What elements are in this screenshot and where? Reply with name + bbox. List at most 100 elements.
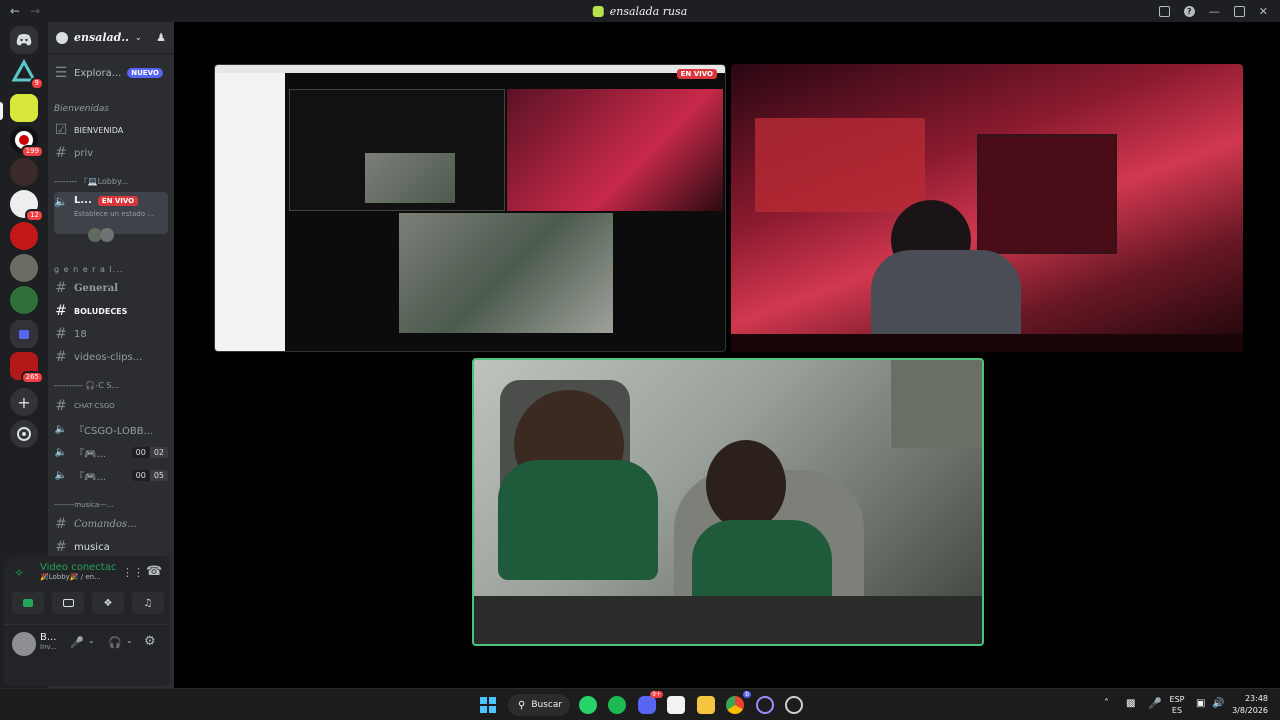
server-red-face[interactable]: 199 (10, 126, 44, 158)
live-badge: EN VIVO (97, 195, 139, 206)
server-portrait[interactable] (10, 158, 38, 186)
mic-chevron-icon[interactable]: ⌄ (88, 636, 95, 645)
tray-app-icon[interactable]: ▩ (1126, 698, 1135, 709)
selected-indicator (0, 102, 3, 120)
discord-home-icon[interactable] (10, 26, 38, 54)
category-bienvenidas[interactable]: Bienvenidas (54, 102, 168, 116)
user-count: 00 05 (131, 469, 168, 481)
back-arrow-icon[interactable]: ← (10, 4, 20, 18)
explore-row[interactable]: ☰ Explora... NUEVO (54, 64, 168, 82)
server-photo[interactable] (10, 254, 38, 282)
channel-musica[interactable]: # musica (54, 537, 168, 557)
app-circle-icon[interactable] (756, 696, 774, 714)
new-badge: NUEVO (127, 68, 163, 78)
activities-button[interactable]: ❖ (92, 592, 124, 614)
speaker-icon: 🔈 (54, 195, 68, 208)
forward-arrow-icon[interactable]: → (30, 4, 40, 18)
category-general[interactable]: g e n e r a l... (54, 262, 168, 276)
minimize-button[interactable]: — (1209, 5, 1220, 18)
channel-priv[interactable]: # priv (54, 143, 168, 163)
camera-icon (23, 599, 33, 607)
hash-icon: # (55, 349, 67, 365)
capcut-icon[interactable] (667, 696, 685, 714)
channel-comandos[interactable]: # Comandos... (54, 514, 168, 534)
voice-channel-b[interactable]: 🔈 『🎮... 00 05 (54, 465, 168, 485)
file-explorer-icon[interactable] (697, 696, 715, 714)
chrome-icon[interactable]: b (726, 691, 751, 714)
hash-icon: # (55, 516, 67, 532)
channel-bienvenida[interactable]: ☑ BIENVENIDA (54, 120, 168, 140)
user-name[interactable]: B... (40, 632, 57, 643)
server-red[interactable]: 265 (10, 352, 44, 384)
chevron-down-icon: ⌄ (134, 32, 143, 43)
channel-chat-csgo[interactable]: # CHAT-CSGO (54, 396, 168, 416)
language-indicator[interactable]: ESP (1166, 695, 1188, 704)
microphone-tray-icon[interactable]: 🎤 (1148, 697, 1162, 710)
speaker-icon: 🔈 (54, 469, 68, 481)
disconnect-icon[interactable]: ☎ (146, 564, 162, 579)
server-green[interactable] (10, 286, 38, 314)
webcam-tile-red-room[interactable] (731, 64, 1243, 352)
help-icon[interactable]: ? (1183, 5, 1195, 17)
live-badge: EN VIVO (676, 69, 717, 79)
server-ensalada[interactable] (10, 94, 38, 122)
title-bar: ← → ensalada rusa ? — ✕ (0, 0, 1280, 22)
close-button[interactable]: ✕ (1259, 5, 1268, 18)
user-count: 00 02 (131, 446, 168, 458)
noise-suppression-icon[interactable]: ⋮⋮ (122, 566, 144, 579)
channel-18[interactable]: # 18 (54, 324, 168, 344)
webcam-tile-active-speaker[interactable] (472, 358, 984, 646)
windows-start-icon[interactable] (479, 696, 497, 714)
network-icon[interactable]: ▣ (1196, 698, 1205, 709)
add-server-icon[interactable]: + (10, 388, 38, 416)
camera-button[interactable] (12, 592, 44, 614)
soundboard-button[interactable]: ♫ (132, 592, 164, 614)
category-lobby[interactable]: -------- 『💻Lobby... (54, 174, 168, 188)
voice-channel-a[interactable]: 🔈 『🎮... 00 02 (54, 442, 168, 462)
channel-boludeces[interactable]: # BOLUDECES (54, 301, 168, 321)
whatsapp-icon[interactable] (579, 696, 597, 714)
discord-taskbar-icon[interactable]: 9+ (638, 691, 663, 714)
tray-chevron-icon[interactable]: ˄ (1104, 698, 1109, 709)
volume-icon[interactable]: 🔊 (1212, 698, 1224, 709)
screen-share-button[interactable] (52, 592, 84, 614)
voice-csgo-lobby[interactable]: 🔈 『CSGO-LOBB... (54, 419, 168, 439)
screen-share-tile[interactable]: EN VIVO (214, 64, 726, 352)
video-stage: EN VIVO (174, 22, 1280, 688)
category-csgo[interactable]: ---------- 🎧-C S... (54, 378, 168, 392)
maximize-button[interactable] (1233, 5, 1245, 17)
channel-videos[interactable]: # videos-clips... (54, 347, 168, 367)
clock-date[interactable]: 3/8/2026 (1226, 706, 1268, 715)
server-devil[interactable] (10, 222, 38, 250)
window-title: ensalada rusa (592, 5, 687, 18)
screen-icon (62, 599, 74, 607)
discover-icon[interactable] (10, 420, 38, 448)
speaker-icon: 🔈 (54, 423, 68, 435)
user-avatar[interactable] (12, 632, 36, 656)
headphone-chevron-icon[interactable]: ⌄ (126, 636, 133, 645)
speaker-icon: 🔈 (54, 446, 68, 458)
spotify-icon[interactable] (608, 696, 626, 714)
signal-icon: ✧ (14, 566, 25, 580)
server-white[interactable]: 12 (10, 190, 44, 222)
voice-status[interactable]: Video conectac (40, 562, 118, 573)
server-header[interactable]: ensalad... ⌄ ♟ (48, 22, 174, 54)
gear-badge-icon (56, 31, 68, 44)
voice-channel-link[interactable]: 🎉Lobby🎉 / en... (40, 573, 118, 581)
taskbar-search[interactable]: ⚲ Buscar (508, 694, 570, 716)
hash-icon: # (55, 398, 67, 414)
hash-icon: # (55, 303, 67, 319)
folder-icon[interactable] (10, 320, 38, 348)
settings-icon[interactable]: ⚙ (144, 634, 156, 649)
server-triangle[interactable]: 9 (10, 58, 44, 90)
channel-general[interactable]: # General (54, 278, 168, 298)
steam-icon[interactable] (785, 696, 803, 714)
microphone-icon[interactable]: 🎤 (70, 636, 84, 649)
avatar[interactable] (100, 228, 114, 242)
category-musica[interactable]: --------musica---... (54, 498, 168, 512)
clock-time[interactable]: 23:48 (1232, 694, 1268, 703)
hash-icon: # (55, 326, 67, 342)
add-member-icon[interactable]: ♟ (156, 31, 166, 44)
headphones-icon[interactable]: 🎧 (108, 636, 122, 649)
inbox-icon[interactable] (1158, 5, 1170, 17)
